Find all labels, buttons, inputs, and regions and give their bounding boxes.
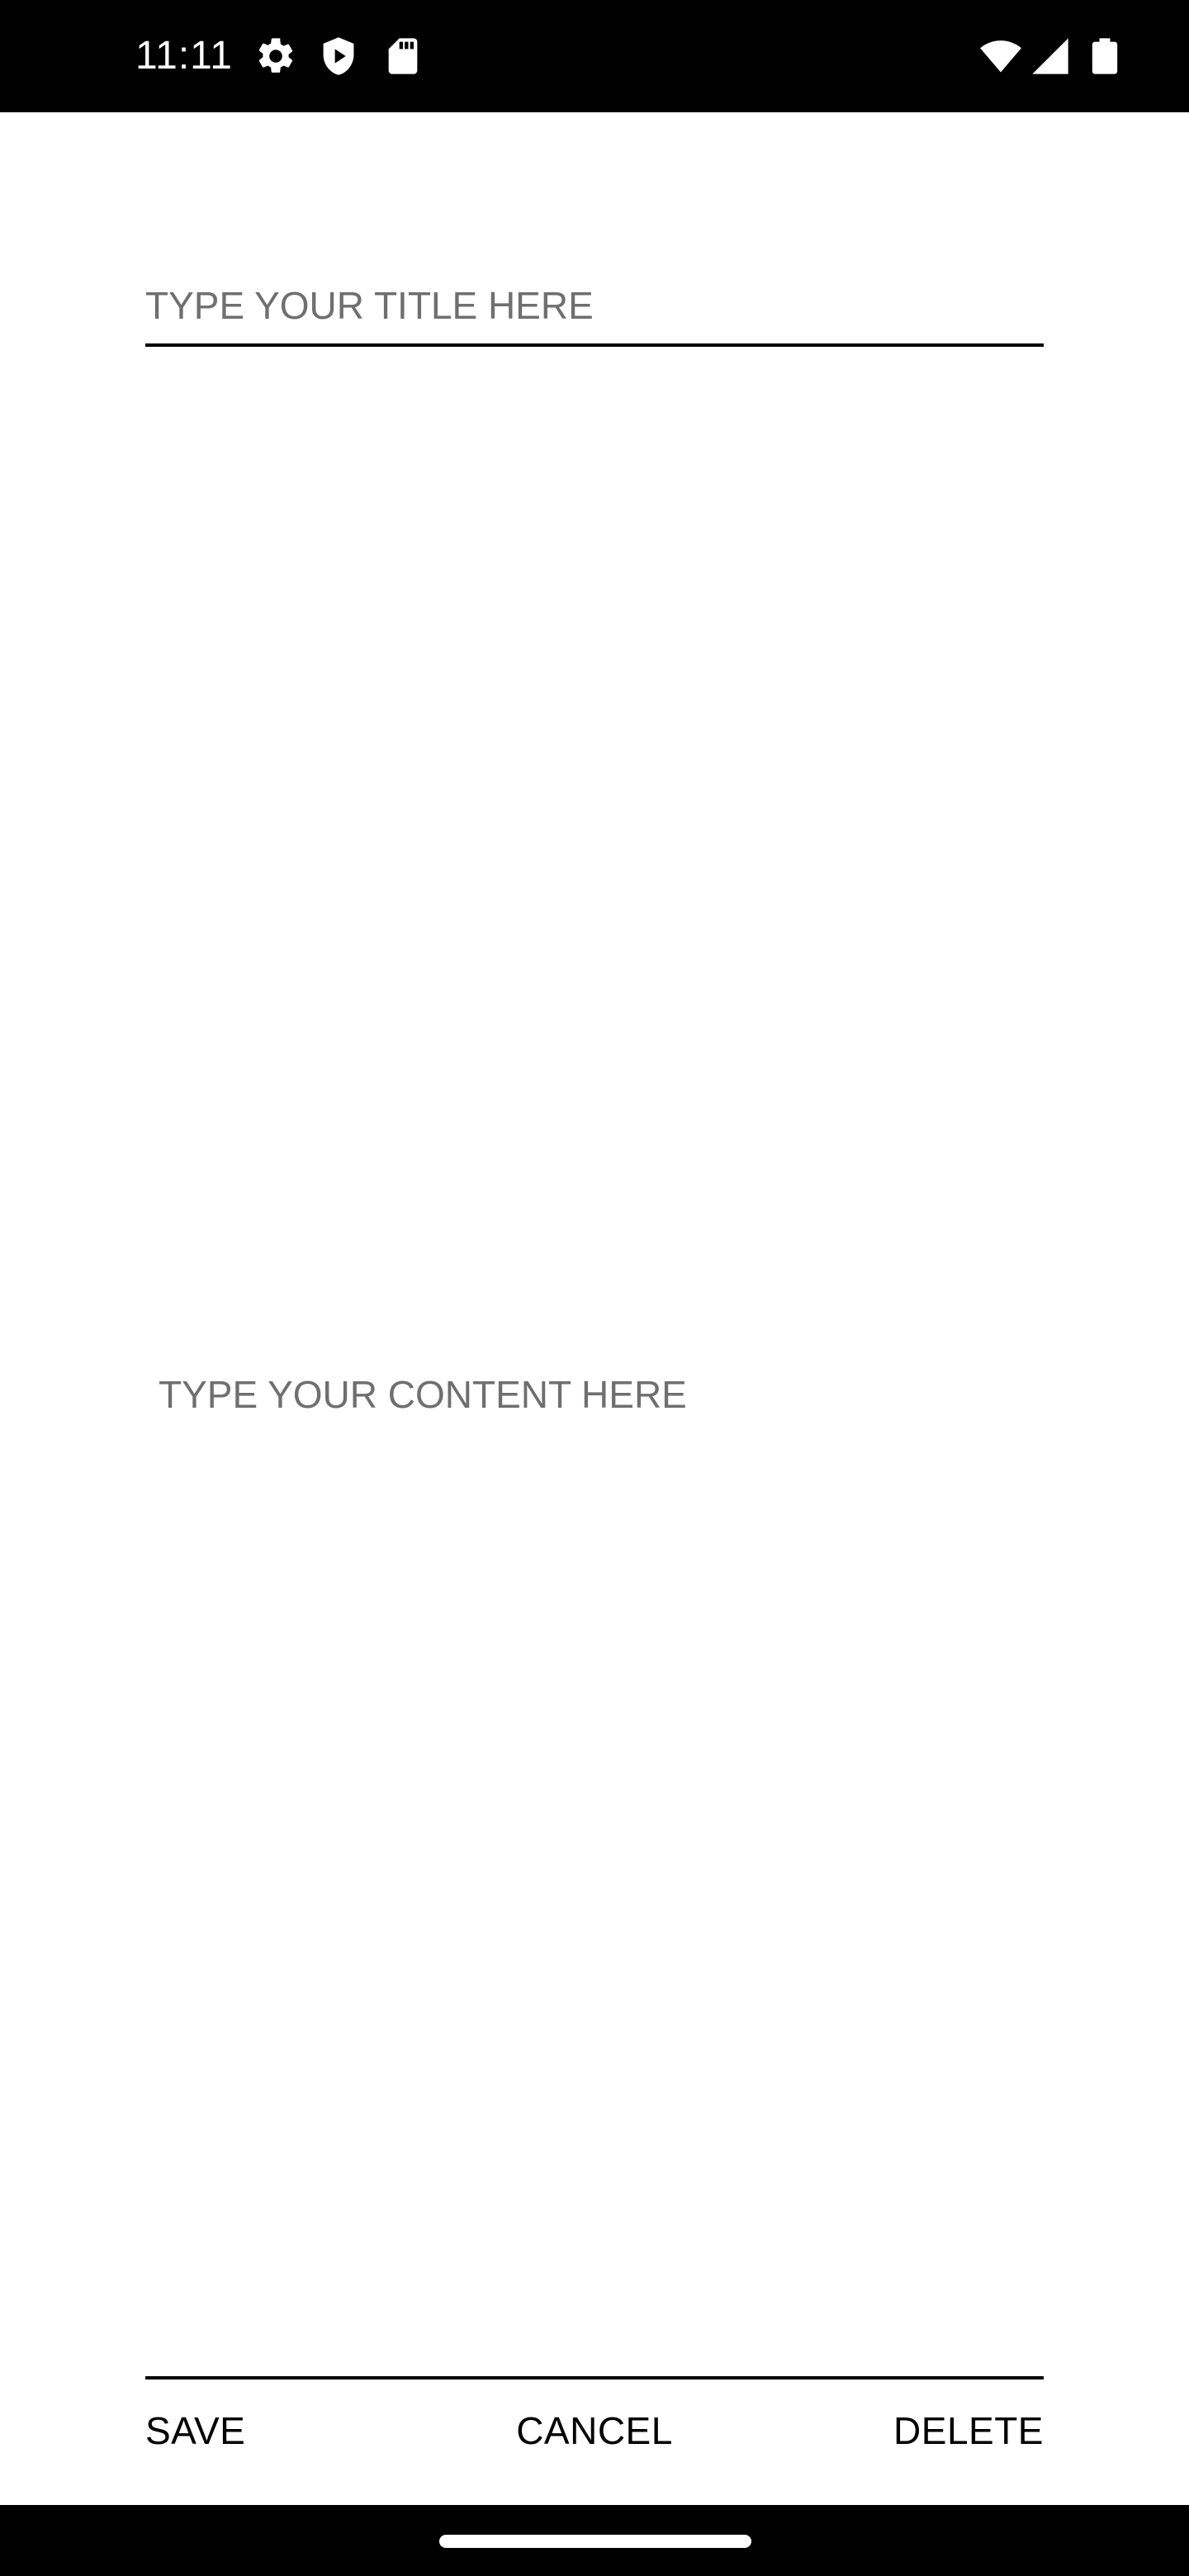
- navigation-bar: [0, 2505, 1189, 2576]
- signal-icon: [1029, 35, 1072, 78]
- home-gesture-handle[interactable]: [439, 2535, 751, 2548]
- wifi-icon: [979, 35, 1022, 78]
- title-field: [145, 268, 1044, 347]
- save-button[interactable]: SAVE: [145, 2379, 245, 2482]
- action-bar: SAVE CANCEL DELETE: [145, 2379, 1044, 2482]
- status-bar: 11:11: [0, 0, 1189, 112]
- content-input[interactable]: [145, 360, 1044, 2376]
- sd-card-icon: [381, 35, 424, 78]
- shield-play-icon: [317, 35, 360, 78]
- status-time: 11:11: [135, 34, 233, 78]
- cancel-button[interactable]: CANCEL: [516, 2379, 673, 2482]
- content-area: [145, 360, 1044, 2376]
- note-editor: SAVE CANCEL DELETE: [0, 112, 1189, 2505]
- delete-button[interactable]: DELETE: [893, 2379, 1044, 2482]
- battery-icon: [1083, 35, 1126, 78]
- title-input[interactable]: [145, 268, 1044, 343]
- gear-icon: [254, 35, 297, 78]
